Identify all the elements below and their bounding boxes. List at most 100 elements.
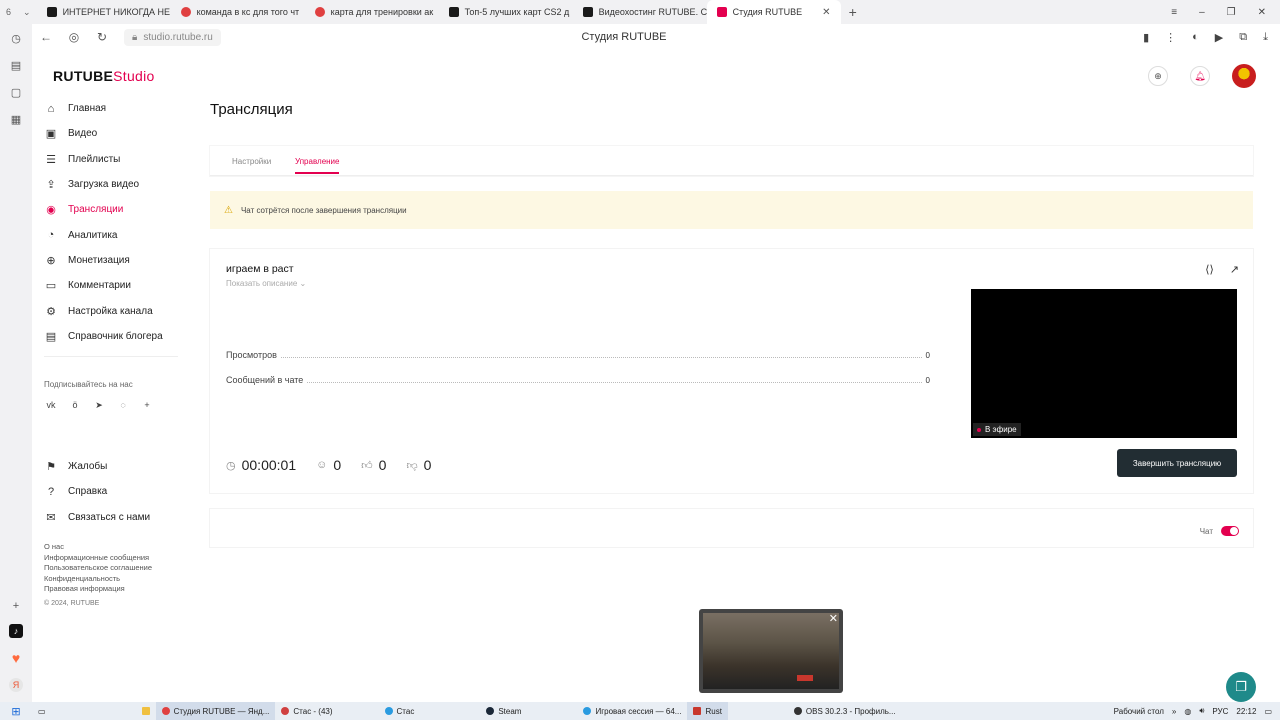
sidebar-item-home[interactable]: ⌂ Главная [44, 96, 178, 121]
tab-favicon-icon [448, 7, 459, 17]
tiktok-icon[interactable]: ♪ [9, 624, 23, 638]
history-icon[interactable]: ◷ [11, 32, 21, 45]
restore-icon[interactable]: ❐ [1227, 7, 1236, 18]
window-close-icon[interactable]: ✕ [1258, 7, 1266, 18]
more-icon[interactable]: ⋮ [1165, 31, 1176, 44]
add-panel-icon[interactable]: + [13, 600, 19, 612]
taskbar-item-game-session[interactable]: Игровая сессия — 64... [577, 702, 687, 720]
plus-icon[interactable]: + [142, 400, 152, 411]
tab-management[interactable]: Управление [295, 157, 340, 174]
collections-icon[interactable]: ⧉ [1239, 31, 1247, 44]
footer-link-about[interactable]: О нас [44, 542, 152, 553]
browser-tab-5[interactable]: Видеохостинг RUTUBE. С [573, 0, 707, 24]
minimize-icon[interactable]: – [1199, 7, 1205, 18]
taskbar-item-steam[interactable]: Steam [480, 702, 527, 720]
chat-toggle[interactable] [1221, 526, 1239, 536]
sidebar-item-analytics[interactable]: ◔ Аналитика [44, 222, 178, 247]
footer-link-info[interactable]: Информационные сообщения [44, 553, 152, 564]
browser-tab-1[interactable]: ИНТЕРНЕТ НИКОГДА НЕ [37, 0, 171, 24]
notifications-center-icon[interactable]: ▭ [1264, 707, 1272, 716]
footer-link-privacy[interactable]: Конфиденциальность [44, 574, 152, 585]
footer-link-legal[interactable]: Правовая информация [44, 584, 152, 595]
sidebar-item-playlists[interactable]: ☰ Плейлисты [44, 147, 178, 172]
heart-icon[interactable]: ♥ [12, 650, 20, 666]
sidebar-item-comments[interactable]: ▭ Комментарии [44, 273, 178, 298]
sidebar-item-upload[interactable]: ⇪ Загрузка видео [44, 172, 178, 197]
media-icon[interactable]: ▶ [1215, 31, 1223, 44]
shield-icon[interactable]: ◎ [60, 30, 88, 44]
clock[interactable]: 22:12 [1236, 707, 1256, 716]
stream-preview-player[interactable]: В эфире [971, 289, 1237, 438]
show-description-link[interactable]: Показать описание ⌄ [226, 279, 306, 288]
browser-tab-3[interactable]: карта для тренировки ак [305, 0, 439, 24]
warning-text: Чат сотрётся после завершения трансляции [240, 205, 407, 215]
taskbar-item-obs[interactable]: OBS 30.2.3 - Профиль... [788, 702, 902, 720]
taskbar-preview-popup[interactable]: ✕ [699, 609, 843, 693]
download-icon[interactable]: ⤓ [1263, 31, 1268, 44]
vk-icon[interactable]: vk [46, 400, 56, 411]
taskbar-item-vk[interactable]: Стас - (43) [275, 702, 338, 720]
chat-toggle-group: Чат [1200, 526, 1239, 536]
browser-tab-4[interactable]: Топ-5 лучших карт CS2 д [439, 0, 573, 24]
browser-tab-2[interactable]: команда в кс для того чт [171, 0, 305, 24]
telegram-icon[interactable]: ➤ [94, 400, 104, 411]
windows-start-icon[interactable]: ⊞ [0, 705, 32, 718]
taskbar-item-rust[interactable]: Rust [687, 702, 728, 720]
notes-icon[interactable]: ▤ [11, 59, 21, 72]
volume-icon[interactable]: 🔊︎ [1199, 706, 1204, 716]
tabs-dropdown-icon[interactable]: ⌄ [17, 7, 37, 18]
sidebar-item-contact[interactable]: ✉ Связаться с нами [44, 505, 178, 530]
tray-expand-icon[interactable]: » [1172, 707, 1176, 716]
ok-icon[interactable]: ö [70, 400, 80, 411]
taskbar-item-telegram[interactable]: Стас [379, 702, 421, 720]
menu-icon[interactable]: ≡ [1171, 7, 1177, 18]
lang-indicator[interactable]: РУС [1212, 707, 1228, 716]
share-icon[interactable]: ⟨⟩ [1205, 263, 1214, 276]
upload-video-icon[interactable]: ⊕ [1148, 66, 1168, 86]
rutube-studio-logo[interactable]: RUTUBEStudio [53, 68, 155, 84]
footer-link-terms[interactable]: Пользовательское соглашение [44, 563, 152, 574]
sidebar-item-monetization[interactable]: ⊕ Монетизация [44, 248, 178, 273]
comments-icon: ▭ [45, 280, 57, 293]
bookmark-icon[interactable]: ▮ [1143, 31, 1149, 44]
end-stream-button[interactable]: Завершить трансляцию [1117, 449, 1237, 477]
viber-icon[interactable]: ◌ [118, 400, 128, 411]
file-explorer-icon[interactable] [136, 702, 156, 720]
tab-counter[interactable]: 6 [0, 7, 17, 17]
upload-icon: ⇪ [46, 179, 56, 192]
chat-warning-banner: ⚠ Чат сотрётся после завершения трансляц… [210, 191, 1253, 229]
desktop-label[interactable]: Рабочий стол [1114, 707, 1164, 716]
preview-close-icon[interactable]: ✕ [829, 612, 838, 625]
extension-icon[interactable]: ◐ [1192, 31, 1199, 44]
back-icon[interactable]: ← [32, 30, 60, 44]
browser-toolbar: ▮ ⋮ ◐ ▶ ⧉ ⤓ [1143, 31, 1280, 44]
thumbs-up-icon: 👍︎ [361, 459, 373, 472]
subscribe-label: Подписывайтесь на нас [44, 380, 133, 389]
external-link-icon[interactable]: ↗ [1230, 263, 1239, 276]
network-icon[interactable]: ◍ [1184, 707, 1191, 716]
sidebar-item-blogger-guide[interactable]: ▤ Справочник блогера [44, 324, 178, 349]
tab-close-icon[interactable]: ✕ [822, 7, 830, 18]
tab-settings[interactable]: Настройки [232, 157, 271, 166]
reload-icon[interactable]: ↻ [88, 30, 116, 44]
yandex-icon[interactable]: Я [9, 678, 23, 692]
sidebar-item-channel-settings[interactable]: ⚙ Настройка канала [44, 298, 178, 323]
sidebar-menu-secondary: ⚑ Жалобы ? Справка ✉ Связаться с нами [44, 454, 178, 530]
clock-icon: ◷ [226, 459, 236, 472]
sidebar-item-broadcasts[interactable]: ◉ Трансляции [44, 197, 178, 222]
stream-card: играем в раст Показать описание ⌄ Просмо… [210, 249, 1253, 493]
panel-6-icon[interactable]: ▢ [11, 86, 21, 99]
url-field[interactable]: 🔒︎ studio.rutube.ru [124, 28, 221, 46]
sidebar-item-help[interactable]: ? Справка [44, 479, 178, 504]
page-title: Трансляция [210, 101, 293, 118]
new-tab-icon[interactable]: + [841, 4, 865, 20]
support-chat-button[interactable]: ❐ [1226, 672, 1256, 702]
sidebar-item-video[interactable]: ▣ Видео [44, 121, 178, 146]
taskbar-item-browser[interactable]: Студия RUTUBE — Янд... [155, 702, 276, 720]
panel-doc-icon[interactable]: ▦ [11, 113, 21, 126]
avatar[interactable] [1232, 64, 1256, 88]
sidebar-item-complaints[interactable]: ⚑ Жалобы [44, 454, 178, 479]
notifications-icon[interactable]: 🔔︎ [1190, 66, 1210, 86]
browser-tab-active[interactable]: Студия RUTUBE ✕ [706, 0, 841, 24]
search-icon[interactable]: ▭ [32, 702, 52, 720]
